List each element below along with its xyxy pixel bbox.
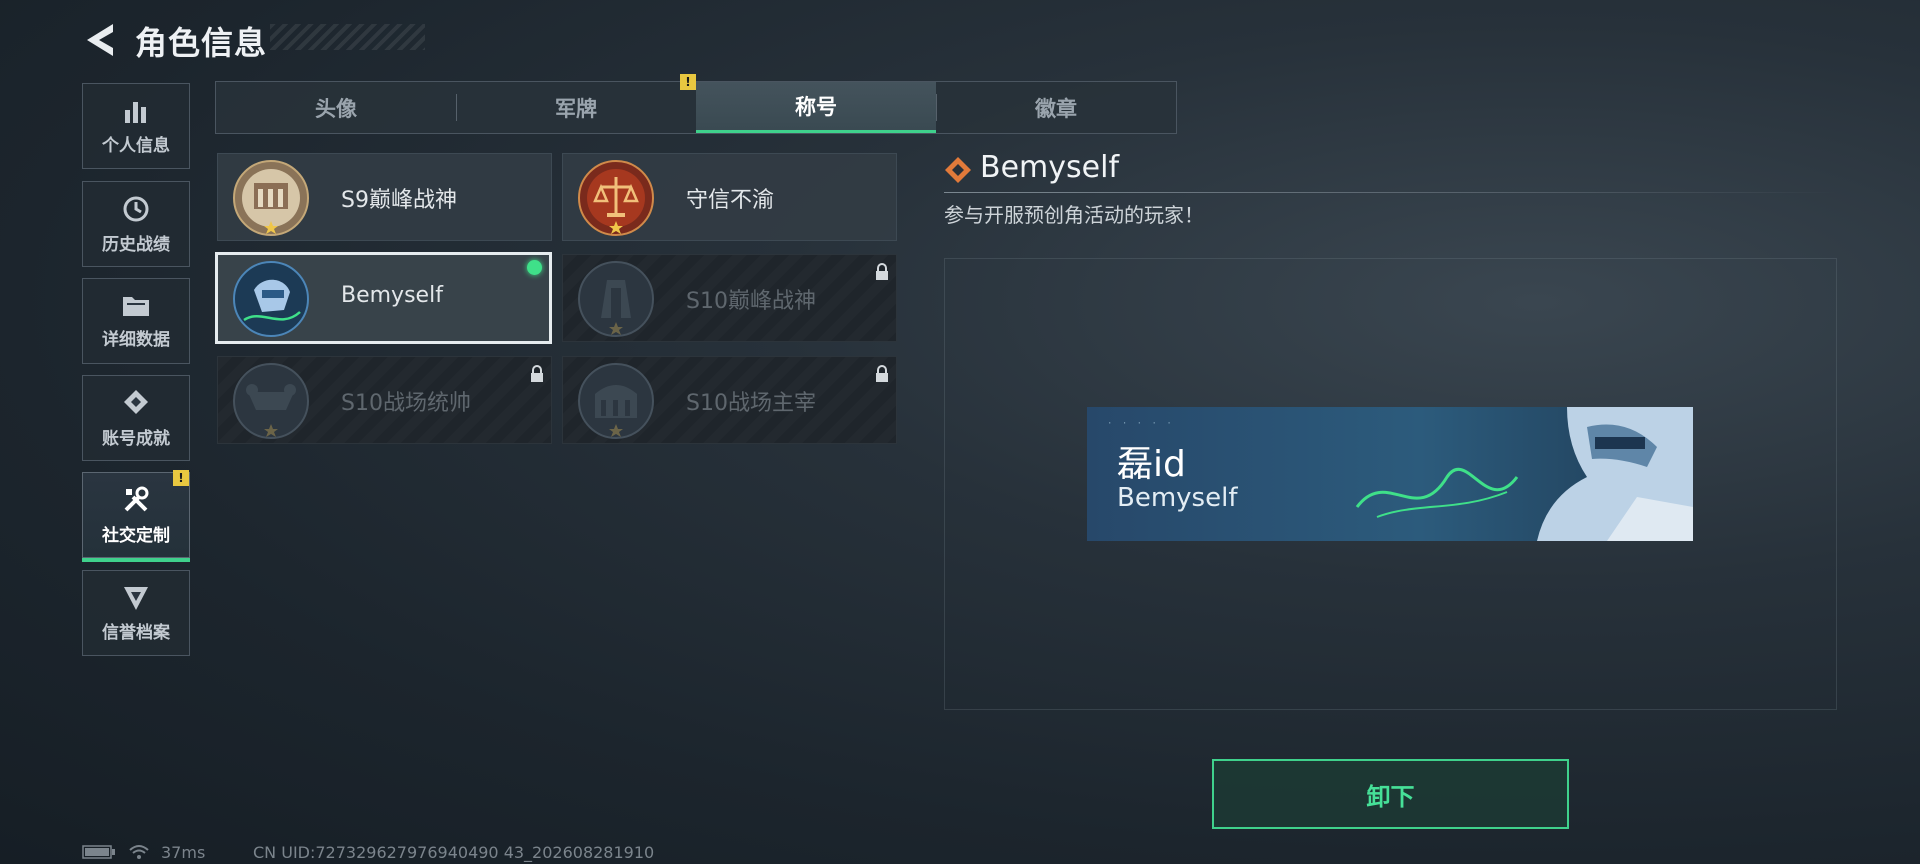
active-indicator [82,558,190,562]
title-card-locked[interactable]: S10巅峰战神 [562,254,897,342]
sidebar-item-details[interactable]: 详细数据 [82,278,190,364]
tab-badges[interactable]: 徽章 [936,82,1176,133]
history-clock-icon [123,196,149,221]
back-arrow-icon [87,24,113,56]
bemyself-medal-icon [233,261,309,337]
title-name: S10战场主宰 [686,391,816,416]
tools-icon [124,486,149,511]
uid-readout: CN UID:727329627976940490 43_20260828191… [253,843,655,862]
ping-readout: 37ms [161,843,206,862]
detail-title: Bemyself [980,150,1119,185]
tab-avatar[interactable]: 头像 [216,82,456,133]
folder-icon [123,296,149,316]
bar-chart-icon [125,101,146,123]
tab-bar: 头像 军牌 称号 徽章 [215,81,1177,134]
title-decoration [270,24,425,50]
sidebar-item-label: 历史战绩 [102,234,170,255]
s10-dominator-medal-icon [578,363,654,439]
sidebar-item-label: 社交定制 [102,525,170,546]
lock-icon [876,263,888,280]
title-name: Bemyself [341,283,443,308]
title-name: 守信不渝 [686,188,775,213]
sidebar-item-label: 详细数据 [102,329,170,350]
tab-dogtag[interactable]: 军牌 [456,82,696,133]
s9-peak-medal-icon [233,160,309,236]
title-diamond-icon [945,157,971,183]
detail-description: 参与开服预创角活动的玩家！ [944,203,1204,227]
title-preview-banner: · · · · · 磊id Bemyself [1087,407,1693,541]
equipped-indicator [527,260,542,275]
sidebar-item-reputation[interactable]: 信誉档案 [82,570,190,656]
sidebar-item-label: 账号成就 [102,428,170,449]
reputation-icon [124,586,148,610]
title-name: S10巅峰战神 [686,289,816,314]
s10-peak-medal-icon [578,261,654,337]
wifi-icon [129,845,149,859]
battery-icon [82,845,115,859]
divider [944,192,1837,193]
preview-player-name: 磊id [1117,444,1186,485]
sidebar-item-achievements[interactable]: 账号成就 [82,375,190,461]
title-card-selected[interactable]: Bemyself [215,252,552,344]
unequip-button[interactable]: 卸下 [1212,759,1569,829]
title-card[interactable]: 守信不渝 [562,153,897,241]
title-name: S10战场统帅 [341,391,471,416]
preview-title: Bemyself [1117,483,1238,513]
character-art-icon [1355,407,1693,541]
tab-titles[interactable]: 称号 [696,82,936,133]
lock-icon [531,365,543,382]
warning-badge: ! [173,470,189,486]
warning-badge: ! [680,74,696,90]
title-card-locked[interactable]: S10战场主宰 [562,356,897,444]
title-card[interactable]: S9巅峰战神 [217,153,552,241]
page-title: 角色信息 [135,24,268,62]
s10-commander-medal-icon [233,363,309,439]
lock-icon [876,365,888,382]
back-button[interactable] [80,20,120,60]
title-card-locked[interactable]: S10战场统帅 [217,356,552,444]
banner-decoration: · · · · · [1107,419,1174,429]
sidebar-item-history[interactable]: 历史战绩 [82,181,190,267]
achievement-icon [124,389,148,414]
sidebar-item-label: 个人信息 [102,135,170,156]
title-name: S9巅峰战神 [341,188,457,213]
sidebar-item-profile[interactable]: 个人信息 [82,83,190,169]
justice-scale-medal-icon [578,160,654,236]
sidebar-item-label: 信誉档案 [102,622,170,643]
